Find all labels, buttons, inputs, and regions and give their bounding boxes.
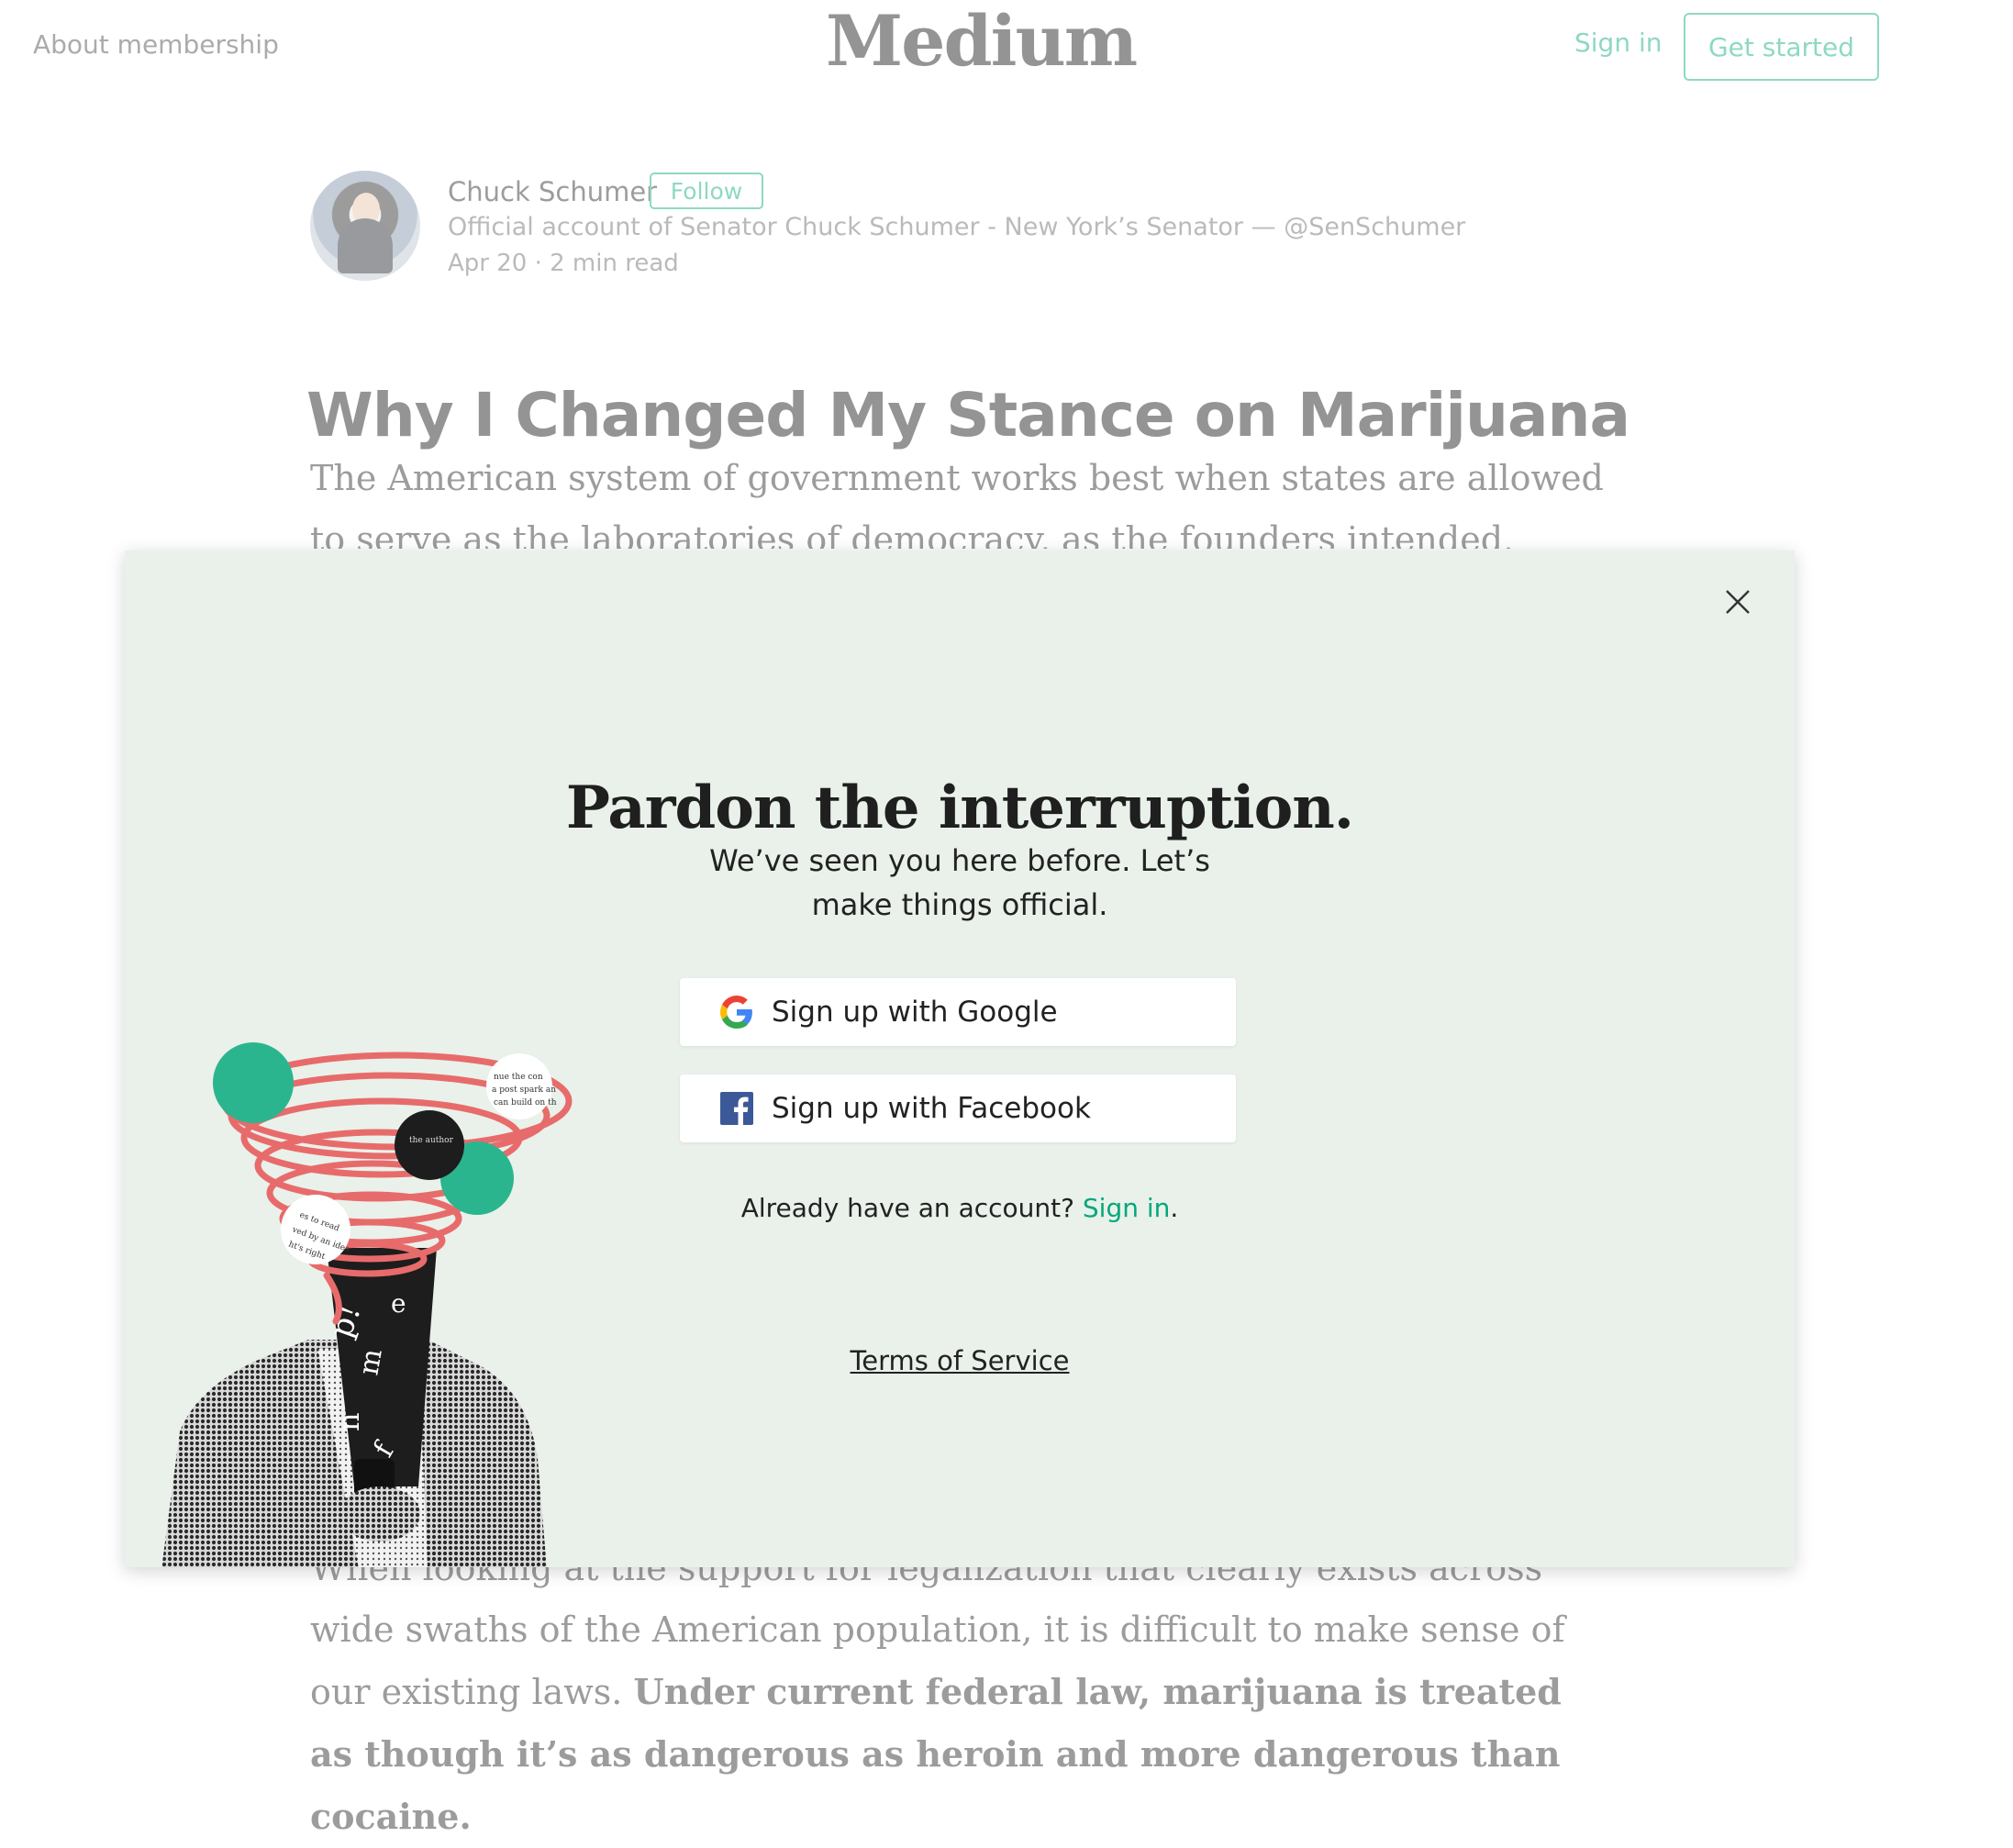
svg-text:can build on th: can build on th (494, 1098, 557, 1108)
avatar-suit (338, 218, 393, 273)
google-icon (720, 996, 752, 1029)
google-signup-button[interactable]: Sign up with Google (680, 978, 1236, 1046)
header-sign-in-link[interactable]: Sign in (1574, 28, 1663, 58)
facebook-icon (720, 1092, 753, 1125)
author-name[interactable]: Chuck Schumer (448, 176, 657, 207)
article-paragraph: When looking at the support for legaliza… (310, 1538, 1613, 1848)
tornado-person-illustration: p! m e n f the author nue the con a post… (161, 1042, 573, 1567)
author-block: Chuck Schumer Follow Official account of… (310, 171, 1595, 290)
avatar[interactable] (310, 171, 420, 281)
modal-title: Pardon the interruption. (565, 774, 1354, 843)
facebook-signup-button[interactable]: Sign up with Facebook (680, 1074, 1236, 1142)
follow-button[interactable]: Follow (650, 173, 763, 209)
svg-text:a post spark an: a post spark an (492, 1085, 556, 1095)
article-title: Why I Changed My Stance on Marijuana (306, 380, 1630, 451)
about-membership-link[interactable]: About membership (33, 29, 279, 60)
have-account-period: . (1170, 1193, 1179, 1223)
svg-text:the author: the author (409, 1136, 454, 1145)
svg-text:nue the con: nue the con (494, 1073, 543, 1082)
modal-subtitle: We’ve seen you here before. Let’s make t… (709, 843, 1210, 922)
have-account-label: Already have an account? (740, 1193, 1074, 1223)
article-intro: The American system of government works … (310, 458, 1604, 549)
svg-text:n: n (331, 1412, 366, 1431)
close-icon (1726, 590, 1750, 614)
google-button-label: Sign up with Google (772, 996, 1058, 1029)
medium-logo[interactable]: Medium (826, 0, 1138, 82)
svg-text:m: m (352, 1346, 388, 1377)
post-meta: Apr 20 · 2 min read (448, 250, 679, 277)
author-bio: Official account of Senator Chuck Schume… (448, 213, 1466, 241)
close-button[interactable] (1721, 585, 1754, 618)
modal-sign-in-link[interactable]: Sign in (1083, 1193, 1171, 1223)
top-navigation: About membership Medium Sign in Get star… (0, 0, 2013, 101)
svg-text:e: e (391, 1288, 406, 1319)
get-started-button[interactable]: Get started (1684, 13, 1879, 81)
terms-of-service-link[interactable]: Terms of Service (851, 1345, 1070, 1376)
facebook-button-label: Sign up with Facebook (772, 1092, 1091, 1125)
signup-modal: Pardon the interruption. We’ve seen you … (125, 551, 1795, 1567)
